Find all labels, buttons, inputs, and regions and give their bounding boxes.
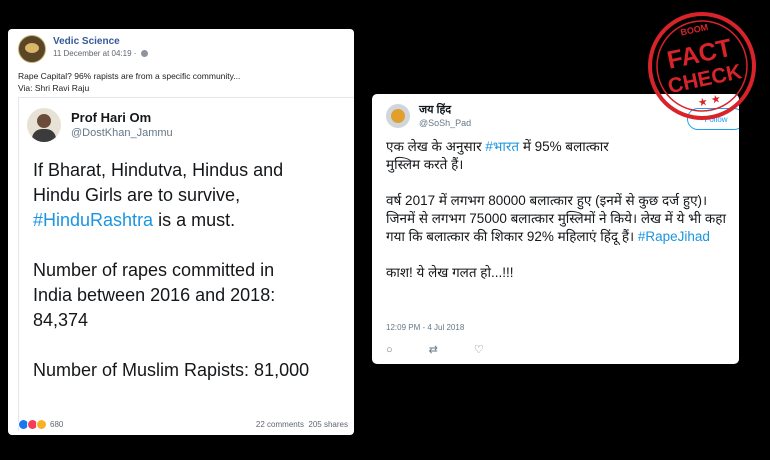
hashtag-link: #HinduRashtra (33, 210, 154, 230)
globe-icon (140, 50, 148, 58)
embedded-tweet-text: If Bharat, Hindutva, Hindus and Hindu Gi… (33, 158, 353, 408)
post-footer: 680 22 comments 205 shares (18, 418, 348, 430)
facebook-post-card: Vedic Science 11 December at 04:19 · Rap… (8, 29, 354, 435)
tweet-text: एक लेख के अनुसार #भारत में 95% बलात्कार म… (386, 138, 726, 300)
hashtag-link[interactable]: #RapeJihad (638, 229, 710, 244)
reactions-summary[interactable]: 680 (18, 418, 64, 430)
post-header: Vedic Science 11 December at 04:19 · (18, 35, 148, 63)
sad-reaction-icon (36, 418, 47, 430)
tweet-card: जय हिंद @SoSh_Pad Follow एक लेख के अनुसा… (372, 94, 739, 364)
tweet-line: Number of Muslim Rapists: 81,000 (33, 360, 310, 380)
fact-check-stamp-logo: BOOM FACT CHECK ★ ★ (648, 12, 756, 120)
tweet-line: मुस्लिम करते हैं। (386, 157, 464, 172)
tweet-actions: ○ ⇄ ♡ (386, 344, 484, 356)
post-text-line: Via: Shri Ravi Raju (18, 83, 90, 93)
hashtag-link[interactable]: #भारत (485, 139, 519, 154)
author-name[interactable]: जय हिंद (419, 104, 471, 117)
post-text: Rape Capital? 96% rapists are from a spe… (18, 70, 240, 94)
comments-count[interactable]: 22 comments (256, 420, 304, 429)
tweet-header: जय हिंद @SoSh_Pad (386, 104, 471, 129)
tweet-line: Hindu Girls are to survive, (33, 185, 241, 205)
reaction-count: 680 (50, 419, 64, 429)
tweet-line: India between 2016 and 2018: (33, 285, 276, 305)
tweet-line: एक लेख के अनुसार (386, 139, 486, 154)
retweet-icon[interactable]: ⇄ (429, 344, 438, 356)
like-icon[interactable]: ♡ (474, 344, 484, 356)
embedded-tweet-image[interactable]: Prof Hari Om @DostKhan_Jammu If Bharat, … (18, 97, 354, 431)
author-handle: @DostKhan_Jammu (71, 127, 173, 139)
author-name: Prof Hari Om (71, 110, 152, 125)
avatar[interactable] (386, 104, 410, 128)
avatar (27, 108, 61, 142)
tweet-timestamp[interactable]: 12:09 PM - 4 Jul 2018 (386, 323, 464, 332)
tweet-line: If Bharat, Hindutva, Hindus and (33, 160, 284, 180)
stamp-stars: ★ ★ (697, 92, 723, 110)
page-name[interactable]: Vedic Science (53, 35, 148, 48)
post-timestamp[interactable]: 11 December at 04:19 · (53, 48, 148, 59)
tweet-line: Number of rapes committed in (33, 260, 275, 280)
page-avatar[interactable] (18, 35, 46, 63)
tweet-line: काश! ये लेख गलत हो...!!! (386, 265, 514, 280)
shares-count[interactable]: 205 shares (308, 420, 348, 429)
author-handle[interactable]: @SoSh_Pad (419, 117, 471, 129)
tweet-line: 84,374 (33, 310, 89, 330)
reply-icon[interactable]: ○ (386, 344, 393, 356)
tweet-line: में 95% बलात्कार (519, 139, 609, 154)
tweet-line: is a must. (153, 210, 236, 230)
post-text-line: Rape Capital? 96% rapists are from a spe… (18, 71, 241, 81)
